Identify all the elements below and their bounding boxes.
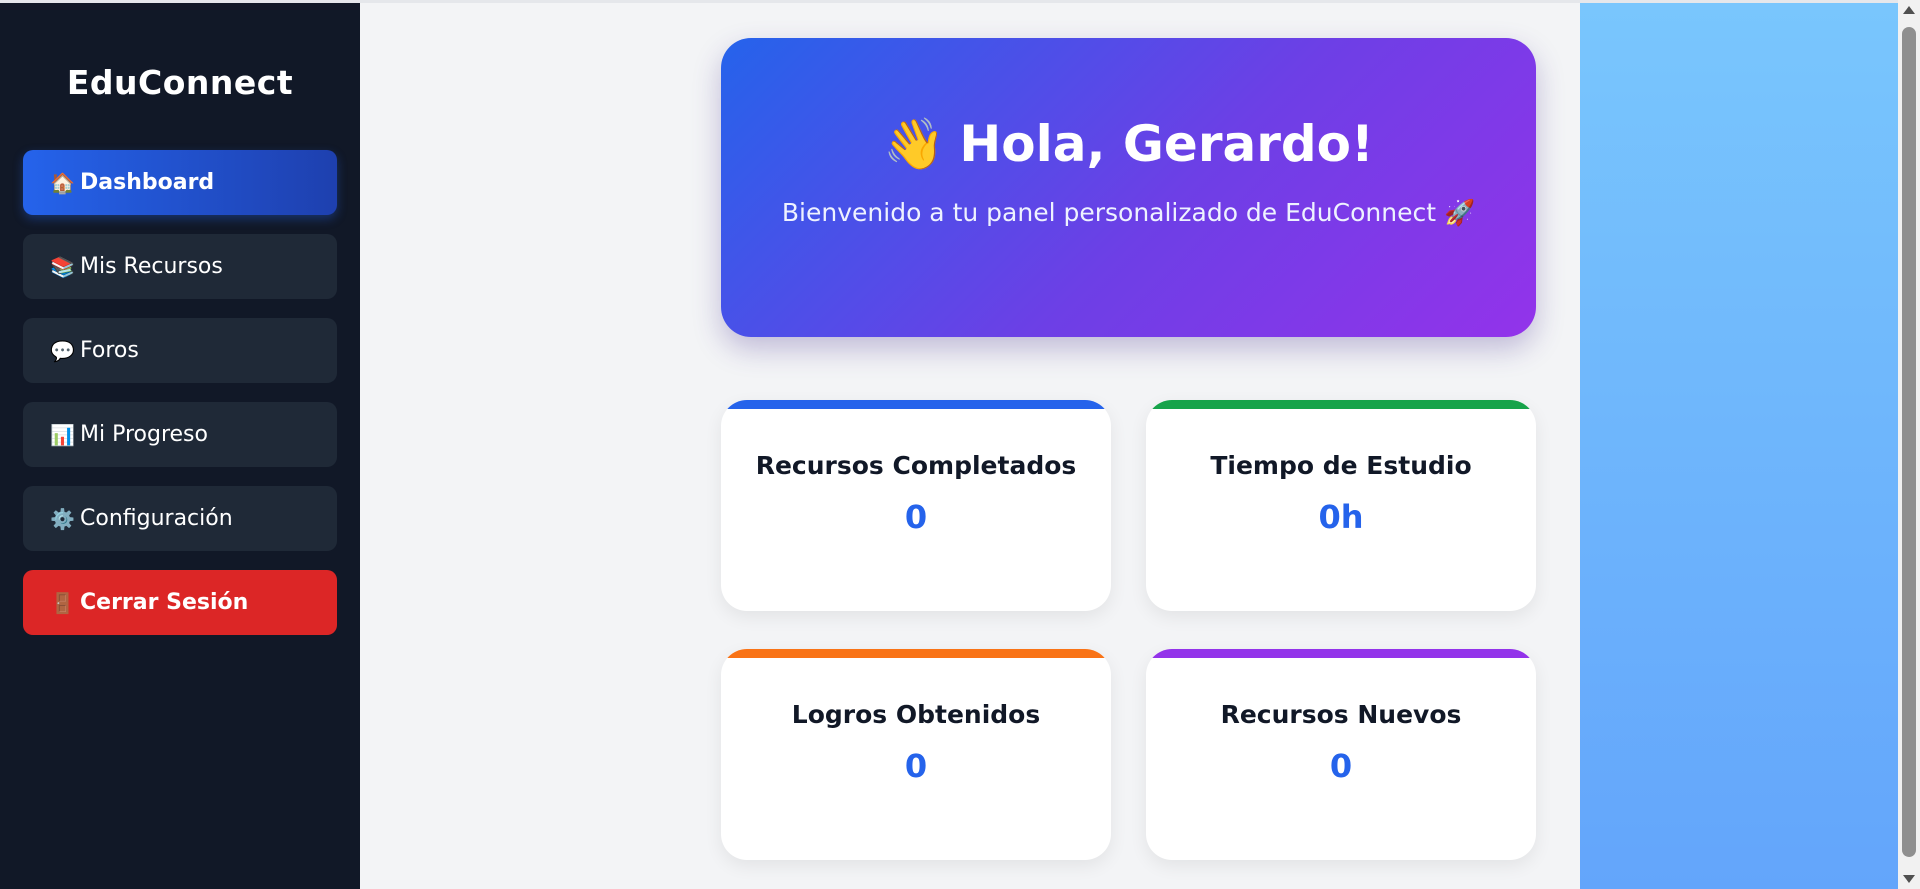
scroll-down-arrow-icon[interactable] — [1903, 875, 1915, 883]
stat-card-value: 0 — [904, 747, 928, 785]
main-content: 👋 Hola, Gerardo! Bienvenido a tu panel pe… — [360, 3, 1580, 889]
sidebar-item-mis-recursos[interactable]: 📚 Mis Recursos — [23, 234, 337, 299]
home-icon: 🏠 — [50, 170, 75, 195]
stat-card-accent-bar — [721, 649, 1111, 658]
stat-card-accent-bar — [1146, 400, 1536, 409]
stat-card-title: Recursos Completados — [755, 451, 1077, 480]
scroll-up-arrow-icon[interactable] — [1903, 6, 1915, 14]
door-icon: 🚪 — [50, 590, 75, 615]
sidebar-item-label: Mi Progreso — [80, 422, 208, 447]
right-gradient-panel — [1580, 3, 1898, 889]
sidebar-item-mi-progreso[interactable]: 📊 Mi Progreso — [23, 402, 337, 467]
welcome-greeting: Hola, Gerardo! — [959, 115, 1374, 173]
welcome-title: 👋 Hola, Gerardo! — [721, 115, 1536, 174]
sidebar-item-configuracion[interactable]: ⚙️ Configuración — [23, 486, 337, 551]
welcome-subtitle: Bienvenido a tu panel personalizado de E… — [781, 198, 1476, 227]
sidebar-item-label: Configuración — [80, 506, 233, 531]
stat-card-title: Logros Obtenidos — [791, 700, 1041, 729]
stat-card-recursos-completados: Recursos Completados 0 — [721, 400, 1111, 611]
stat-card-logros-obtenidos: Logros Obtenidos 0 — [721, 649, 1111, 860]
sidebar-item-label: Foros — [80, 338, 139, 363]
stat-card-title: Recursos Nuevos — [1220, 700, 1462, 729]
sidebar: EduConnect 🏠 Dashboard 📚 Mis Recursos 💬 … — [0, 3, 360, 889]
stat-card-value: 0 — [1329, 747, 1353, 785]
gear-icon: ⚙️ — [50, 506, 75, 531]
bar-chart-icon: 📊 — [50, 422, 75, 447]
logout-button[interactable]: 🚪 Cerrar Sesión — [23, 570, 337, 635]
stat-card-accent-bar — [721, 400, 1111, 409]
sidebar-item-label: Mis Recursos — [80, 254, 223, 279]
brand-logo: EduConnect — [66, 63, 294, 102]
stat-card-recursos-nuevos: Recursos Nuevos 0 — [1146, 649, 1536, 860]
sidebar-item-foros[interactable]: 💬 Foros — [23, 318, 337, 383]
stat-card-accent-bar — [1146, 649, 1536, 658]
app-window: EduConnect 🏠 Dashboard 📚 Mis Recursos 💬 … — [0, 0, 1920, 889]
stat-card-value: 0h — [1318, 498, 1364, 536]
logout-label: Cerrar Sesión — [80, 590, 249, 615]
stat-card-tiempo-de-estudio: Tiempo de Estudio 0h — [1146, 400, 1536, 611]
books-icon: 📚 — [50, 254, 75, 279]
stat-card-title: Tiempo de Estudio — [1210, 451, 1472, 480]
sidebar-item-label: Dashboard — [80, 170, 215, 195]
welcome-banner: 👋 Hola, Gerardo! Bienvenido a tu panel pe… — [721, 38, 1536, 337]
stat-card-value: 0 — [904, 498, 928, 536]
sidebar-nav: 🏠 Dashboard 📚 Mis Recursos 💬 Foros 📊 Mi … — [0, 150, 360, 635]
speech-bubble-icon: 💬 — [50, 338, 75, 363]
vertical-scrollbar[interactable] — [1898, 0, 1920, 889]
waving-hand-icon: 👋 — [883, 115, 946, 173]
sidebar-item-dashboard[interactable]: 🏠 Dashboard — [23, 150, 337, 215]
scrollbar-thumb[interactable] — [1902, 27, 1916, 857]
